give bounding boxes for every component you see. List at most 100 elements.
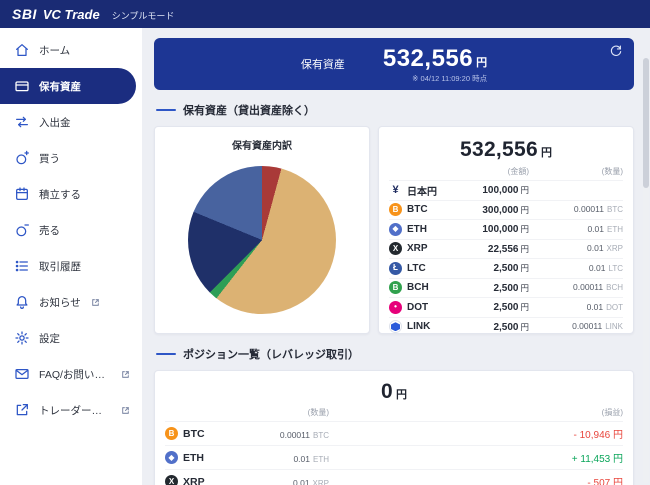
position-quantity: 0.00011BTC xyxy=(257,425,329,443)
sidebar-item-label: 設定 xyxy=(39,331,60,346)
position-quantity-header: (数量) xyxy=(257,407,329,418)
sidebar-item-buy[interactable]: 買う xyxy=(0,140,136,176)
bch-icon: B xyxy=(389,281,402,294)
sidebar-item-assets[interactable]: 保有資産 xyxy=(0,68,136,104)
sidebar-item-faq[interactable]: FAQ/お問い合わせ xyxy=(0,356,136,392)
jpy-icon: ¥ xyxy=(389,184,402,196)
asset-amount: 2,500円 xyxy=(457,282,529,294)
sidebar-item-label: 保有資産 xyxy=(39,79,81,94)
sidebar-item-label: 取引履歴 xyxy=(39,259,81,274)
scrollbar-track[interactable] xyxy=(643,58,649,483)
link-icon xyxy=(389,320,402,333)
dot-icon: • xyxy=(389,301,402,314)
brand-name: VC Trade xyxy=(43,7,100,22)
total-assets-unit: 円 xyxy=(476,54,487,70)
transfer-icon xyxy=(14,114,30,130)
banner-timestamp: ※ 04/12 11:09:20 時点 xyxy=(412,73,487,84)
asset-row-xrp: XXRP22,556円0.01XRP xyxy=(389,239,623,259)
position-row-eth: ◆ETH0.01ETH+ 11,453 円 xyxy=(165,445,623,469)
asset-name: ◆ETH xyxy=(389,223,457,236)
refresh-button[interactable] xyxy=(608,44,624,60)
assets-section-label: 保有資産（貸出資産除く） xyxy=(183,102,315,118)
amount-column-header: (金額) xyxy=(457,166,529,177)
asset-quantity: 0.01LTC xyxy=(529,263,623,274)
section-dash xyxy=(156,109,176,112)
sbi-logo: SBI xyxy=(12,6,37,22)
xrp-icon: X xyxy=(389,242,402,255)
positions-total: 0円 xyxy=(165,373,623,407)
eth-icon: ◆ xyxy=(165,451,178,464)
mail-icon xyxy=(14,366,30,382)
position-row-xrp: XXRP0.01XRP- 507 円 xyxy=(165,469,623,485)
asset-amount: 100,000円 xyxy=(457,184,529,196)
positions-section-label: ポジション一覧（レバレッジ取引） xyxy=(183,346,359,362)
pie-chart-title: 保有資産内訳 xyxy=(232,137,292,152)
sidebar-item-history[interactable]: 取引履歴 xyxy=(0,248,136,284)
asset-amount: 100,000円 xyxy=(457,223,529,235)
sidebar-item-settings[interactable]: 設定 xyxy=(0,320,136,356)
asset-quantity: 0.00011BCH xyxy=(529,282,623,293)
asset-quantity: 0.00011BTC xyxy=(529,204,623,215)
positions-table-header: (数量) (損益) xyxy=(165,407,623,421)
section-dash xyxy=(156,353,176,356)
sidebar-item-label: 入出金 xyxy=(39,115,71,130)
asset-quantity: 0.00011LINK xyxy=(529,321,623,332)
mode-label: シンプルモード xyxy=(112,7,175,22)
sell-coin-icon xyxy=(14,222,30,238)
external-link-icon xyxy=(121,406,130,415)
asset-row-btc: BBTC300,000円0.00011BTC xyxy=(389,200,623,220)
asset-name: XXRP xyxy=(389,242,457,255)
asset-row-bch: BBCH2,500円0.00011BCH xyxy=(389,278,623,298)
asset-name: LINK xyxy=(389,320,457,333)
asset-quantity: 0.01DOT xyxy=(529,302,623,313)
position-pl: - 10,946 円 xyxy=(329,426,623,441)
buy-coin-icon xyxy=(14,150,30,166)
sidebar-item-trader[interactable]: トレーダーモード xyxy=(0,392,136,428)
position-quantity: 0.01ETH xyxy=(257,449,329,467)
ltc-icon: Ł xyxy=(389,262,402,275)
scrollbar-thumb[interactable] xyxy=(643,58,649,188)
positions-table-body: BBTC0.00011BTC- 10,946 円◆ETH0.01ETH+ 11,… xyxy=(165,421,623,485)
sidebar-item-label: 積立する xyxy=(39,187,81,202)
btc-icon: B xyxy=(389,203,402,216)
banner-label: 保有資産 xyxy=(301,56,345,72)
position-row-btc: BBTC0.00011BTC- 10,946 円 xyxy=(165,421,623,445)
total-assets-banner: 保有資産 532,556 円 ※ 04/12 11:09:20 時点 xyxy=(154,38,634,90)
asset-pie-chart xyxy=(188,166,336,314)
asset-table-header: (金額) (数量) xyxy=(389,165,623,180)
assets-section-title: 保有資産（貸出資産除く） xyxy=(156,102,632,118)
asset-table-body: ¥日本円100,000円BBTC300,000円0.00011BTC◆ETH10… xyxy=(389,180,623,336)
sidebar-item-label: 買う xyxy=(39,151,60,166)
sidebar-item-news[interactable]: お知らせ xyxy=(0,284,136,320)
positions-section-title: ポジション一覧（レバレッジ取引） xyxy=(156,346,632,362)
sidebar-item-sell[interactable]: 売る xyxy=(0,212,136,248)
position-name: XXRP xyxy=(165,475,257,485)
asset-name: BBCH xyxy=(389,281,457,294)
home-icon xyxy=(14,42,30,58)
banner-amount-block: 532,556 円 ※ 04/12 11:09:20 時点 xyxy=(383,45,487,84)
asset-name: BBTC xyxy=(389,203,457,216)
btc-icon: B xyxy=(165,427,178,440)
asset-row-jpy: ¥日本円100,000円 xyxy=(389,180,623,200)
main-content: 保有資産 532,556 円 ※ 04/12 11:09:20 時点 xyxy=(142,28,650,485)
xrp-icon: X xyxy=(165,475,178,485)
list-icon xyxy=(14,258,30,274)
asset-row-link: LINK2,500円0.00011LINK xyxy=(389,317,623,337)
position-quantity: 0.01XRP xyxy=(257,473,329,485)
sidebar-item-home[interactable]: ホーム xyxy=(0,32,136,68)
sidebar-item-label: ホーム xyxy=(39,43,70,58)
sidebar-item-label: 売る xyxy=(39,223,60,238)
position-pl: + 11,453 円 xyxy=(329,450,623,465)
gear-icon xyxy=(14,330,30,346)
asset-quantity: 0.01XRP xyxy=(529,243,623,254)
sidebar-item-accumulate[interactable]: 積立する xyxy=(0,176,136,212)
asset-amount: 22,556円 xyxy=(457,243,529,255)
asset-name: •DOT xyxy=(389,301,457,314)
bell-icon xyxy=(14,294,30,310)
sidebar: ホーム保有資産入出金買う積立する売る取引履歴お知らせ設定 FAQ/お問い合わせトレ… xyxy=(0,28,142,485)
sidebar-item-transfer[interactable]: 入出金 xyxy=(0,104,136,140)
total-assets-value: 532,556 xyxy=(383,45,473,73)
asset-amount: 2,500円 xyxy=(457,262,529,274)
app-header: SBI VC Trade シンプルモード xyxy=(0,0,650,28)
eth-icon: ◆ xyxy=(389,223,402,236)
